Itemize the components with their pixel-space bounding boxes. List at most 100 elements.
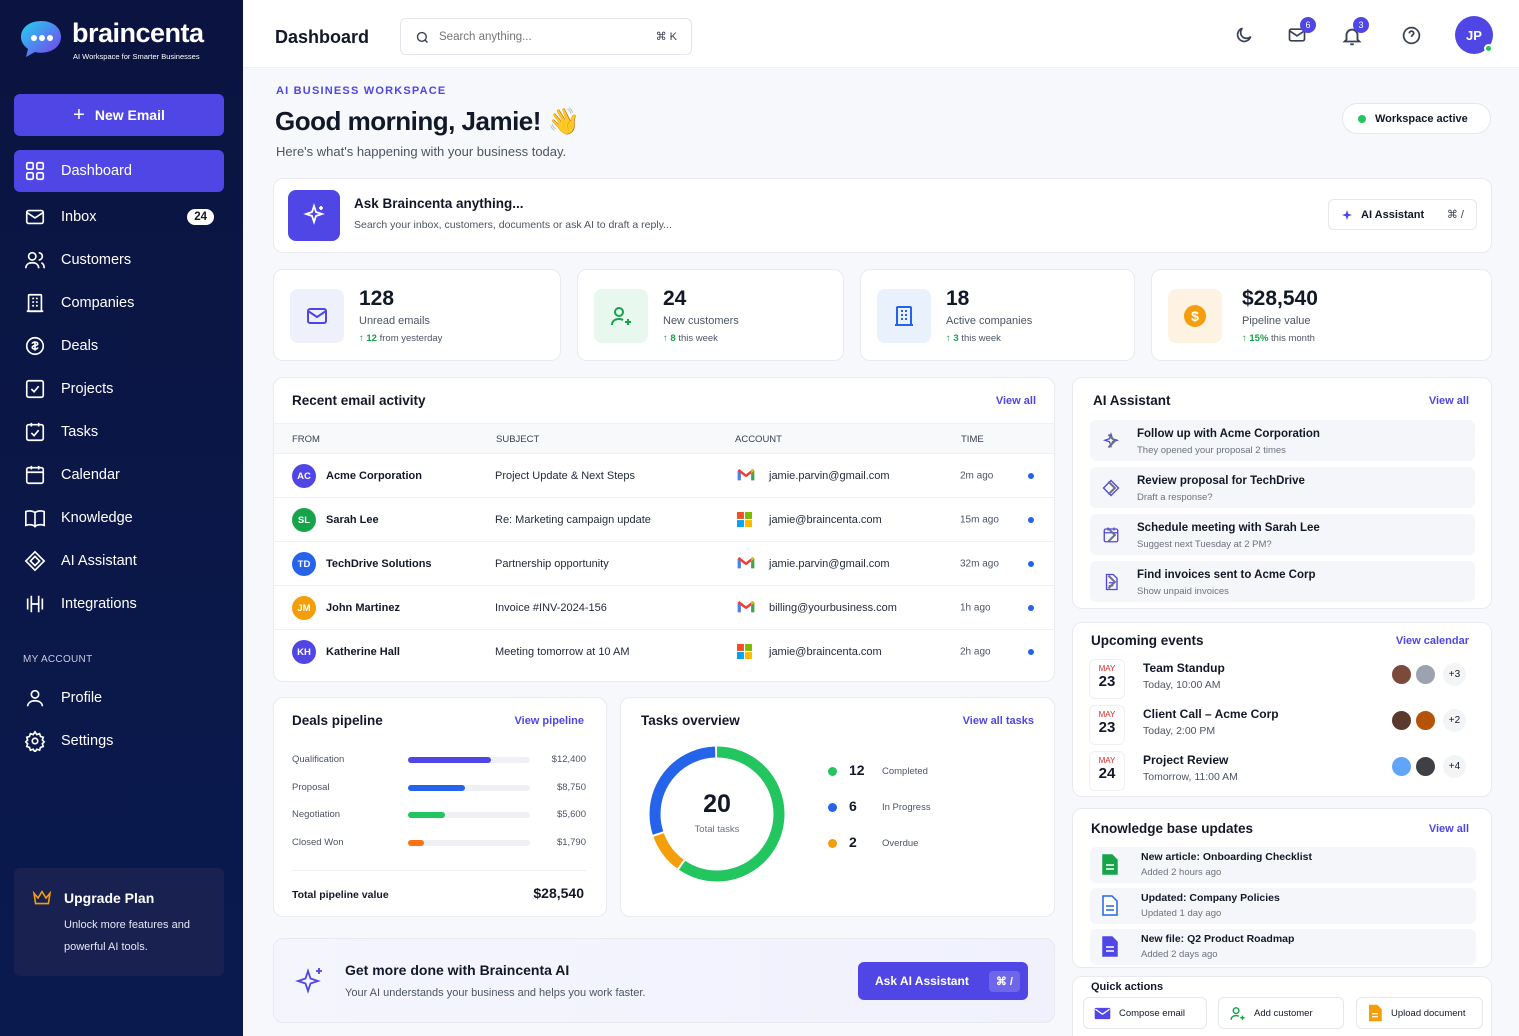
ai-assistant-card: AI Assistant View all Follow up with Acm… bbox=[1072, 377, 1492, 609]
stat-label: Active companies bbox=[946, 315, 1033, 327]
view-all-tasks-link[interactable]: View all tasks bbox=[963, 715, 1034, 727]
sidebar-item-dashboard[interactable]: Dashboard bbox=[14, 150, 224, 192]
table-row[interactable]: JM John Martinez Invoice #INV-2024-156 bill… bbox=[274, 586, 1054, 630]
tasks-total-value: 20 bbox=[703, 790, 731, 818]
table-row[interactable]: KH Katherine Hall Meeting tomorrow at 10 A… bbox=[274, 630, 1054, 674]
pipeline-stage-row[interactable]: Qualification $12,400 bbox=[274, 753, 608, 769]
online-status-dot bbox=[1484, 44, 1493, 53]
event-title: Project Review bbox=[1143, 753, 1229, 767]
view-all-link[interactable]: View all bbox=[996, 395, 1036, 407]
workspace-status-text: Workspace active bbox=[1375, 112, 1468, 125]
moon-icon[interactable] bbox=[1234, 25, 1254, 45]
search-input[interactable] bbox=[439, 28, 639, 46]
table-row[interactable]: AC Acme Corporation Project Update & Next … bbox=[274, 454, 1054, 498]
stat-delta-value: 8 bbox=[670, 333, 676, 344]
event-month: MAY bbox=[1098, 664, 1116, 673]
knowledge-item[interactable]: Updated: Company Policies Updated 1 day a… bbox=[1090, 888, 1476, 924]
sidebar-item-companies[interactable]: Companies bbox=[14, 282, 224, 324]
sidebar-item-label: Integrations bbox=[61, 596, 137, 612]
legend-dot bbox=[828, 839, 837, 848]
plus-icon: + bbox=[73, 104, 85, 126]
sidebar-item-customers[interactable]: Customers bbox=[14, 239, 224, 281]
mail-count-badge: 6 bbox=[1300, 17, 1316, 33]
ai-shortcut: ⌘ / bbox=[1446, 209, 1464, 221]
table-row[interactable]: SL Sarah Lee Re: Marketing campaign update… bbox=[274, 498, 1054, 542]
event-date-badge: MAY 23 bbox=[1089, 659, 1125, 699]
ai-suggestion-item[interactable]: Review proposal for TechDrive Draft a re… bbox=[1090, 467, 1475, 508]
knowledge-item[interactable]: New file: Q2 Product Roadmap Added 2 days… bbox=[1090, 929, 1476, 965]
upgrade-text-line2: powerful AI tools. bbox=[64, 941, 148, 953]
view-all-link[interactable]: View all bbox=[1429, 395, 1469, 407]
email-time: 2m ago bbox=[960, 470, 994, 482]
user-avatar[interactable]: JP bbox=[1455, 16, 1493, 54]
sidebar-item-label: Dashboard bbox=[61, 163, 132, 179]
deals-pipeline-card: Deals pipeline View pipeline Qualificati… bbox=[273, 697, 607, 917]
sidebar-item-ai-assistant[interactable]: AI Assistant bbox=[14, 540, 224, 582]
upload-document-button[interactable]: Upload document bbox=[1356, 997, 1483, 1029]
ask-ai-assistant-button[interactable]: Ask AI Assistant ⌘ / bbox=[858, 962, 1028, 1000]
stage-bar-fill bbox=[408, 757, 491, 763]
compose-email-button[interactable]: Compose email bbox=[1083, 997, 1207, 1029]
event-item[interactable]: MAY 24 Project Review Tomorrow, 11:00 AM +4 bbox=[1089, 751, 1479, 793]
event-date-badge: MAY 23 bbox=[1089, 705, 1125, 745]
stage-bar-fill bbox=[408, 812, 445, 818]
sidebar-item-settings[interactable]: Settings bbox=[14, 720, 224, 762]
table-row[interactable]: TD TechDrive Solutions Partnership opportu… bbox=[274, 542, 1054, 586]
event-item[interactable]: MAY 23 Team Standup Today, 10:00 AM +3 bbox=[1089, 659, 1479, 701]
knowledge-item[interactable]: New article: Onboarding Checklist Added 2… bbox=[1090, 847, 1476, 883]
stat-delta-value: 12 bbox=[366, 333, 377, 344]
sidebar-item-label: Tasks bbox=[61, 424, 99, 440]
view-pipeline-link[interactable]: View pipeline bbox=[515, 715, 585, 727]
legend-count: 6 bbox=[849, 798, 857, 814]
ai-suggestion-item[interactable]: Find invoices sent to Acme Corp Show unp… bbox=[1090, 561, 1475, 602]
sidebar-item-projects[interactable]: Projects bbox=[14, 368, 224, 410]
brand-name: braincenta bbox=[72, 18, 204, 48]
stat-label: Unread emails bbox=[359, 315, 430, 327]
stat-card-active-companies[interactable]: 18 Active companies ↑ 3 this week bbox=[860, 269, 1135, 361]
pipeline-stage-row[interactable]: Negotiation $5,600 bbox=[274, 808, 608, 824]
new-email-button[interactable]: + New Email bbox=[14, 94, 224, 136]
ai-suggestion-item[interactable]: Follow up with Acme Corporation They ope… bbox=[1090, 420, 1475, 461]
upgrade-plan-card[interactable]: Upgrade Plan Unlock more features and po… bbox=[14, 868, 224, 976]
sidebar-item-inbox[interactable]: Inbox 24 bbox=[14, 196, 224, 238]
stat-card-new-customers[interactable]: 24 New customers ↑ 8 this week bbox=[577, 269, 844, 361]
stat-value: 18 bbox=[946, 287, 970, 310]
ai-suggestion-item[interactable]: Schedule meeting with Sarah Lee Suggest … bbox=[1090, 514, 1475, 555]
column-header: TIME bbox=[961, 434, 984, 445]
stage-value: $12,400 bbox=[551, 754, 586, 765]
view-calendar-link[interactable]: View calendar bbox=[1396, 635, 1469, 647]
suggestion-title: Find invoices sent to Acme Corp bbox=[1137, 569, 1316, 581]
mail-button[interactable]: 6 bbox=[1286, 17, 1316, 47]
chevron-right-icon bbox=[1107, 527, 1117, 543]
notifications-button[interactable]: 3 bbox=[1341, 17, 1369, 47]
view-all-link[interactable]: View all bbox=[1429, 823, 1469, 835]
sidebar-item-label: Projects bbox=[61, 381, 114, 397]
sidebar-item-integrations[interactable]: Integrations bbox=[14, 583, 224, 625]
sidebar-item-deals[interactable]: Deals bbox=[14, 325, 224, 367]
users-icon bbox=[25, 251, 45, 269]
ai-assistant-button[interactable]: AI Assistant ⌘ / bbox=[1328, 199, 1477, 230]
gmail-icon bbox=[737, 468, 755, 484]
sender-name: TechDrive Solutions bbox=[326, 558, 432, 570]
greeting-heading: Good morning, Jamie! 👋 bbox=[275, 106, 580, 136]
sender-name: Katherine Hall bbox=[326, 646, 400, 658]
legend-label: Completed bbox=[882, 766, 928, 777]
sidebar-item-tasks[interactable]: Tasks bbox=[14, 411, 224, 453]
sidebar-item-calendar[interactable]: Calendar bbox=[14, 454, 224, 496]
mail-icon bbox=[307, 308, 327, 324]
microsoft-icon bbox=[737, 512, 755, 528]
stat-card-unread-emails[interactable]: 128 Unread emails ↑ 12 from yesterday bbox=[273, 269, 561, 361]
check-square-icon bbox=[25, 379, 45, 399]
sidebar-item-profile[interactable]: Profile bbox=[14, 677, 224, 719]
email-subject: Partnership opportunity bbox=[495, 558, 609, 570]
search-bar[interactable]: ⌘ K bbox=[400, 18, 692, 55]
pipeline-stage-row[interactable]: Proposal $8,750 bbox=[274, 781, 608, 797]
stat-card-pipeline-value[interactable]: $ $28,540 Pipeline value ↑ 15% this mont… bbox=[1151, 269, 1492, 361]
pipeline-stage-row[interactable]: Closed Won $1,790 bbox=[274, 836, 608, 852]
event-item[interactable]: MAY 23 Client Call – Acme Corp Today, 2:00 … bbox=[1089, 705, 1479, 747]
promo-subtitle: Your AI understands your business and he… bbox=[345, 987, 646, 999]
sidebar-item-knowledge[interactable]: Knowledge bbox=[14, 497, 224, 539]
ask-ai-bar[interactable]: Ask Braincenta anything... Search your i… bbox=[273, 178, 1492, 253]
add-customer-button[interactable]: Add customer bbox=[1218, 997, 1344, 1029]
help-icon[interactable] bbox=[1401, 25, 1422, 46]
